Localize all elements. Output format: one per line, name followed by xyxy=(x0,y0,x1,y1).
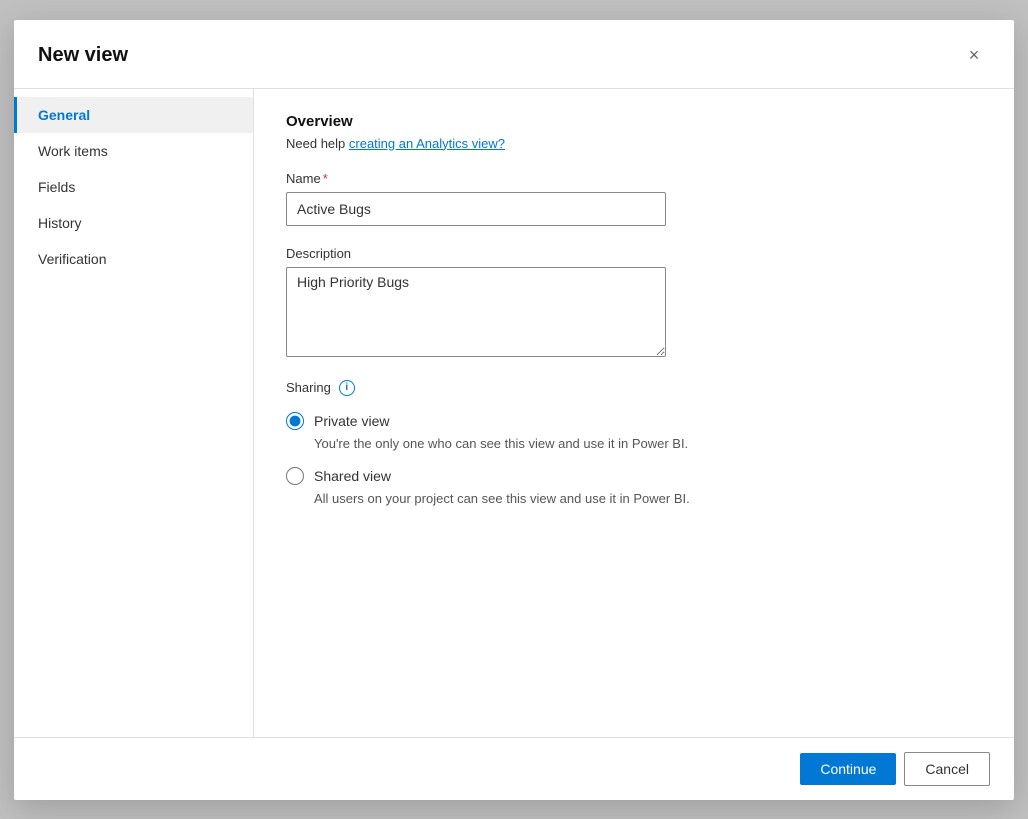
private-view-row: Private view xyxy=(286,412,982,430)
private-view-option: Private view You're the only one who can… xyxy=(286,412,982,451)
info-icon[interactable]: i xyxy=(339,380,355,396)
sidebar: General Work items Fields History Verifi… xyxy=(14,89,254,737)
sharing-section: Sharing i Private view You're the only o… xyxy=(286,380,982,506)
dialog-title: New view xyxy=(38,44,128,67)
name-input[interactable] xyxy=(286,192,666,226)
dialog-footer: Continue Cancel xyxy=(14,737,1014,800)
sidebar-item-label-verification: Verification xyxy=(38,251,106,267)
shared-view-radio[interactable] xyxy=(286,467,304,485)
shared-view-label[interactable]: Shared view xyxy=(314,468,391,484)
sidebar-item-fields[interactable]: Fields xyxy=(14,169,253,205)
private-view-description: You're the only one who can see this vie… xyxy=(314,436,982,451)
main-content: Overview Need help creating an Analytics… xyxy=(254,89,1014,737)
help-text: Need help creating an Analytics view? xyxy=(286,136,982,151)
dialog: New view × General Work items Fields His… xyxy=(14,20,1014,800)
continue-button[interactable]: Continue xyxy=(800,753,896,785)
sidebar-item-label-general: General xyxy=(38,107,90,123)
dialog-body: General Work items Fields History Verifi… xyxy=(14,88,1014,737)
cancel-button[interactable]: Cancel xyxy=(904,752,990,786)
sidebar-item-work-items[interactable]: Work items xyxy=(14,133,253,169)
shared-view-description: All users on your project can see this v… xyxy=(314,491,982,506)
close-button[interactable]: × xyxy=(958,40,990,72)
name-label: Name* xyxy=(286,171,982,186)
description-form-group: Description High Priority Bugs xyxy=(286,246,982,360)
sharing-label: Sharing xyxy=(286,380,331,395)
sidebar-item-label-history: History xyxy=(38,215,82,231)
description-label: Description xyxy=(286,246,982,261)
overview-title: Overview xyxy=(286,113,982,130)
required-star: * xyxy=(323,171,328,186)
help-prefix: Need help xyxy=(286,136,349,151)
shared-view-row: Shared view xyxy=(286,467,982,485)
sharing-header: Sharing i xyxy=(286,380,982,396)
sidebar-item-history[interactable]: History xyxy=(14,205,253,241)
sidebar-item-general[interactable]: General xyxy=(14,97,253,133)
private-view-radio[interactable] xyxy=(286,412,304,430)
close-icon: × xyxy=(969,45,980,66)
sidebar-item-label-work-items: Work items xyxy=(38,143,108,159)
name-form-group: Name* xyxy=(286,171,982,226)
dialog-overlay: New view × General Work items Fields His… xyxy=(0,0,1028,819)
shared-view-option: Shared view All users on your project ca… xyxy=(286,467,982,506)
dialog-header: New view × xyxy=(14,20,1014,88)
description-textarea[interactable]: High Priority Bugs xyxy=(286,267,666,357)
analytics-view-link[interactable]: creating an Analytics view? xyxy=(349,136,505,151)
private-view-label[interactable]: Private view xyxy=(314,413,389,429)
sidebar-item-verification[interactable]: Verification xyxy=(14,241,253,277)
sidebar-item-label-fields: Fields xyxy=(38,179,75,195)
